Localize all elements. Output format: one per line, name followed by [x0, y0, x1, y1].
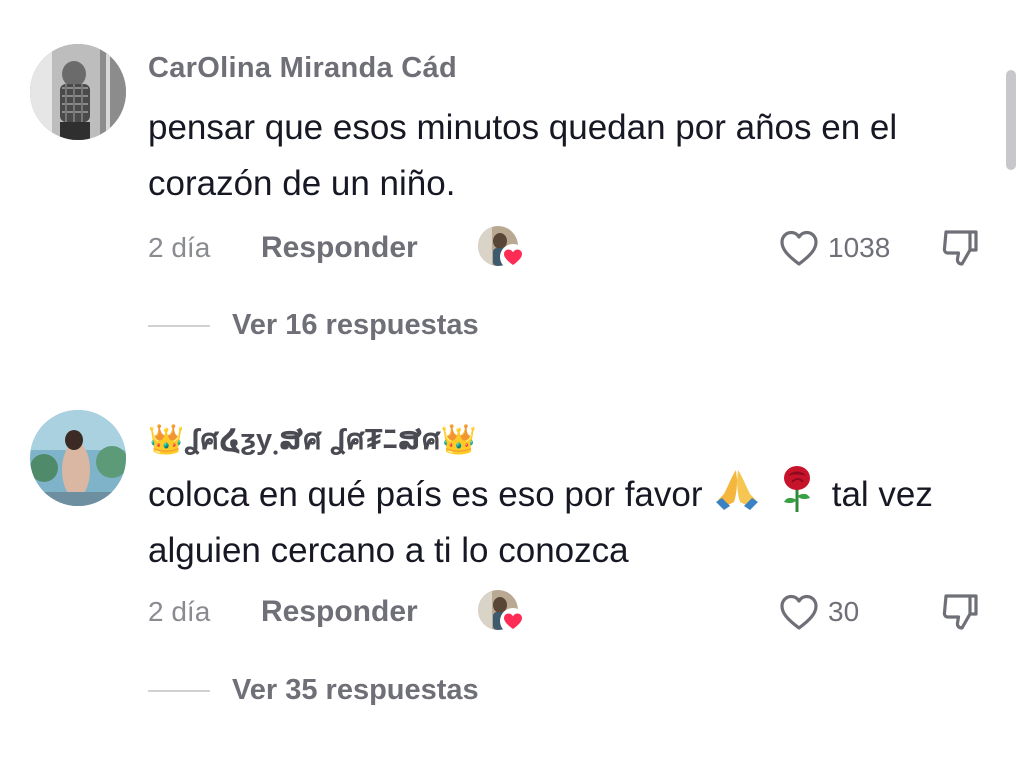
reply-button[interactable]: Responder: [261, 590, 418, 634]
creator-liked-badge: [478, 226, 526, 270]
comment-username[interactable]: 👑ʆศ໔ƺy຺ສศ ʆศ₮ﾆສศ👑: [148, 416, 477, 463]
view-replies-label: Ver 35 respuestas: [232, 674, 479, 706]
comment-time: 2 día: [148, 596, 211, 627]
comment-text: coloca en qué país es eso por favor tal …: [148, 466, 998, 579]
heart-icon: [500, 608, 526, 634]
heart-outline-icon: [780, 594, 818, 630]
avatar[interactable]: [30, 44, 126, 140]
heart-outline-icon: [780, 230, 818, 266]
view-replies-label: Ver 16 respuestas: [232, 309, 479, 341]
like-count: 30: [828, 596, 860, 627]
thumbs-down-icon: [942, 594, 978, 630]
like-count: 1038: [828, 232, 891, 263]
scrollbar[interactable]: [1006, 70, 1016, 170]
reply-button[interactable]: Responder: [261, 226, 418, 270]
heart-icon: [500, 244, 526, 270]
replies-divider: [148, 690, 210, 692]
dislike-button[interactable]: [938, 590, 984, 634]
praying-hands-icon: [716, 470, 759, 510]
dislike-button[interactable]: [938, 226, 984, 270]
comment-username[interactable]: CarOlina Miranda Cád: [148, 52, 457, 85]
rose-icon: [783, 466, 810, 512]
comment-text-part: coloca en qué país es eso por favor: [148, 475, 703, 514]
creator-liked-badge: [478, 590, 526, 634]
comment-text: pensar que esos minutos quedan por años …: [148, 108, 898, 203]
avatar[interactable]: [30, 410, 126, 506]
thumbs-down-icon: [942, 230, 978, 266]
replies-divider: [148, 325, 210, 327]
comment-time: 2 día: [148, 232, 211, 263]
